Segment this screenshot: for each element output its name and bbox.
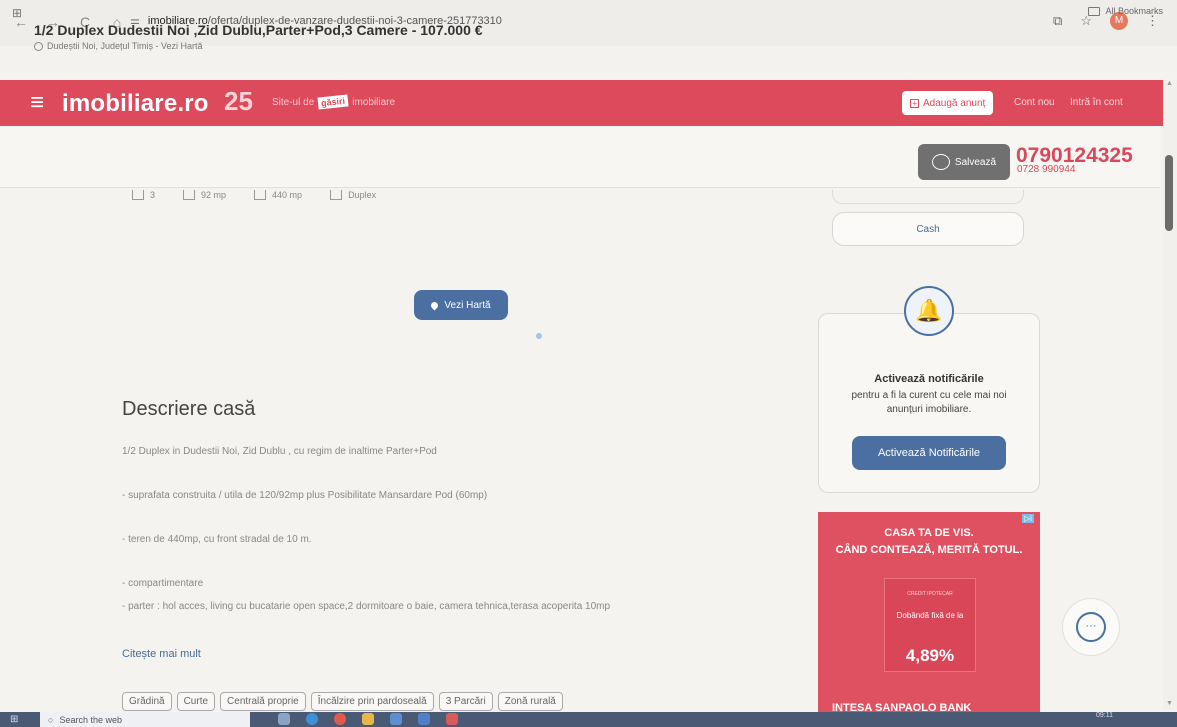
scroll-down-icon[interactable]: ▼ (1166, 700, 1173, 707)
map-marker (536, 333, 542, 339)
listing-location[interactable]: Dudeștii Noi, Județul Timiș - Vezi Hartă (34, 41, 203, 51)
ad-headline: CASA TA DE VIS. (884, 527, 974, 539)
scroll-up-icon[interactable]: ▲ (1166, 80, 1173, 87)
notification-text: pentru a fi la curent cu cele mai noi an… (851, 390, 1007, 415)
new-account-link[interactable]: Cont nou (1014, 97, 1055, 108)
location-text: Dudeștii Noi, Județul Timiș - Vezi Hartă (47, 41, 203, 51)
enable-notifications-button[interactable]: Activează Notificările (852, 436, 1006, 470)
listing-title: 1/2 Duplex Dudestii Noi ,Zid Dublu,Parte… (34, 22, 483, 38)
feature-rooms-value: 3 (150, 190, 156, 200)
chat-icon: ··· (1076, 612, 1106, 642)
description-line: - teren de 440mp, cu front stradal de 10… (122, 534, 312, 545)
taskbar-search[interactable]: ○ Search the web (40, 712, 250, 727)
feature-type: Duplex (330, 190, 376, 200)
edge-icon[interactable] (306, 713, 318, 725)
feature-usable-area: 92 mp (183, 190, 226, 200)
tag-parking: 3 Parcări (438, 692, 493, 711)
chat-button[interactable]: ··· (1062, 598, 1120, 656)
read-more-link[interactable]: Citește mai mult (122, 648, 201, 660)
chrome-icon[interactable] (334, 713, 346, 725)
payment-option-box[interactable] (832, 190, 1024, 204)
tagline-suffix: imobiliare (352, 96, 396, 108)
ad-rate: 4,89% (905, 646, 955, 665)
tag-yard: Curte (176, 692, 216, 711)
scrollbar-thumb[interactable] (1165, 155, 1173, 231)
site-header: ≡ imobiliare.ro 25 Site-ul de găsiri imo… (0, 80, 1177, 126)
apps-icon[interactable]: ⊞ (12, 6, 22, 20)
tagline-highlight: găsiri (317, 94, 349, 110)
tag-rural-area: Zonă rurală (497, 692, 563, 711)
all-bookmarks-label: All Bookmarks (1105, 6, 1163, 16)
phone-secondary[interactable]: 0728 990944 (1017, 164, 1075, 175)
add-listing-button[interactable]: + Adaugă anunț (902, 91, 994, 115)
rooms-icon (132, 190, 144, 200)
plus-icon: + (910, 98, 919, 108)
location-pin-icon (34, 41, 43, 51)
site-logo[interactable]: imobiliare.ro (62, 90, 209, 118)
map-pin-icon (429, 300, 440, 310)
share-icon[interactable]: ⧉ (1053, 13, 1062, 29)
tagline: Site-ul de găsiri imobiliare (272, 94, 396, 110)
tag-garden: Grădină (122, 692, 172, 711)
area-icon (183, 190, 196, 200)
description-line: 1/2 Duplex in Dudestii Noi, Zid Dublu , … (122, 446, 437, 457)
tag-own-heating: Centrală proprie (220, 692, 306, 711)
feature-row: 3 92 mp 440 mp Duplex (132, 190, 376, 200)
map-area[interactable] (120, 200, 800, 370)
view-map-label: Vezi Hartă (444, 299, 491, 311)
cash-payment-button[interactable]: Cash (832, 212, 1024, 246)
add-listing-label: Adaugă anunț (923, 97, 986, 109)
notification-title: Activează notificările (874, 373, 984, 385)
search-icon: ○ (48, 714, 54, 725)
clock[interactable]: 09:11 (1096, 712, 1113, 719)
view-map-button[interactable]: Vezi Hartă (414, 290, 508, 320)
ad-subheadline: CÂND CONTEAZĂ, MERITĂ TOTUL. (835, 544, 1023, 556)
anniversary-logo: 25 (224, 86, 253, 116)
feature-type-value: Duplex (348, 190, 377, 200)
folder-icon (1088, 6, 1101, 16)
tagline-prefix: Site-ul de (272, 96, 315, 108)
bell-icon: 🔔 (904, 286, 954, 336)
file-explorer-icon[interactable] (362, 713, 374, 725)
description-line: - parter : hol acces, living cu bucatari… (122, 601, 611, 612)
description-line: - compartimentare (122, 578, 204, 589)
ad-choices-icon[interactable]: ▷i (1022, 514, 1034, 523)
feature-land-area-value: 440 mp (272, 190, 303, 200)
menu-icon[interactable]: ≡ (30, 89, 44, 117)
task-view-icon[interactable] (278, 713, 290, 725)
feature-land-area: 440 mp (254, 190, 302, 200)
save-label: Salvează (954, 156, 997, 168)
sign-in-link[interactable]: Intră în cont (1070, 97, 1123, 108)
building-type-icon (330, 190, 343, 200)
land-icon (254, 190, 267, 200)
save-button[interactable]: Salvează (918, 144, 1010, 180)
app-icon[interactable] (446, 713, 458, 725)
heart-icon (931, 154, 950, 170)
feature-usable-area-value: 92 mp (201, 190, 227, 200)
all-bookmarks[interactable]: All Bookmarks (1088, 6, 1163, 16)
description-heading: Descriere casă (122, 398, 256, 420)
feature-rooms: 3 (132, 190, 155, 200)
taskbar-search-text: Search the web (59, 714, 122, 725)
start-icon[interactable]: ⊞ (10, 714, 24, 725)
store-icon[interactable] (390, 713, 402, 725)
ad-rate-label: Dobândă fixă de la (896, 611, 964, 620)
ad-product: CREDIT IPOTECAR (907, 591, 953, 597)
tag-floor-heating: Încălzire prin pardoseală (310, 692, 434, 711)
amenity-tags: Grădină Curte Centrală proprie Încălzire… (122, 692, 563, 711)
mail-icon[interactable] (418, 713, 430, 725)
description-line: - suprafata construita / utila de 120/92… (122, 490, 488, 501)
